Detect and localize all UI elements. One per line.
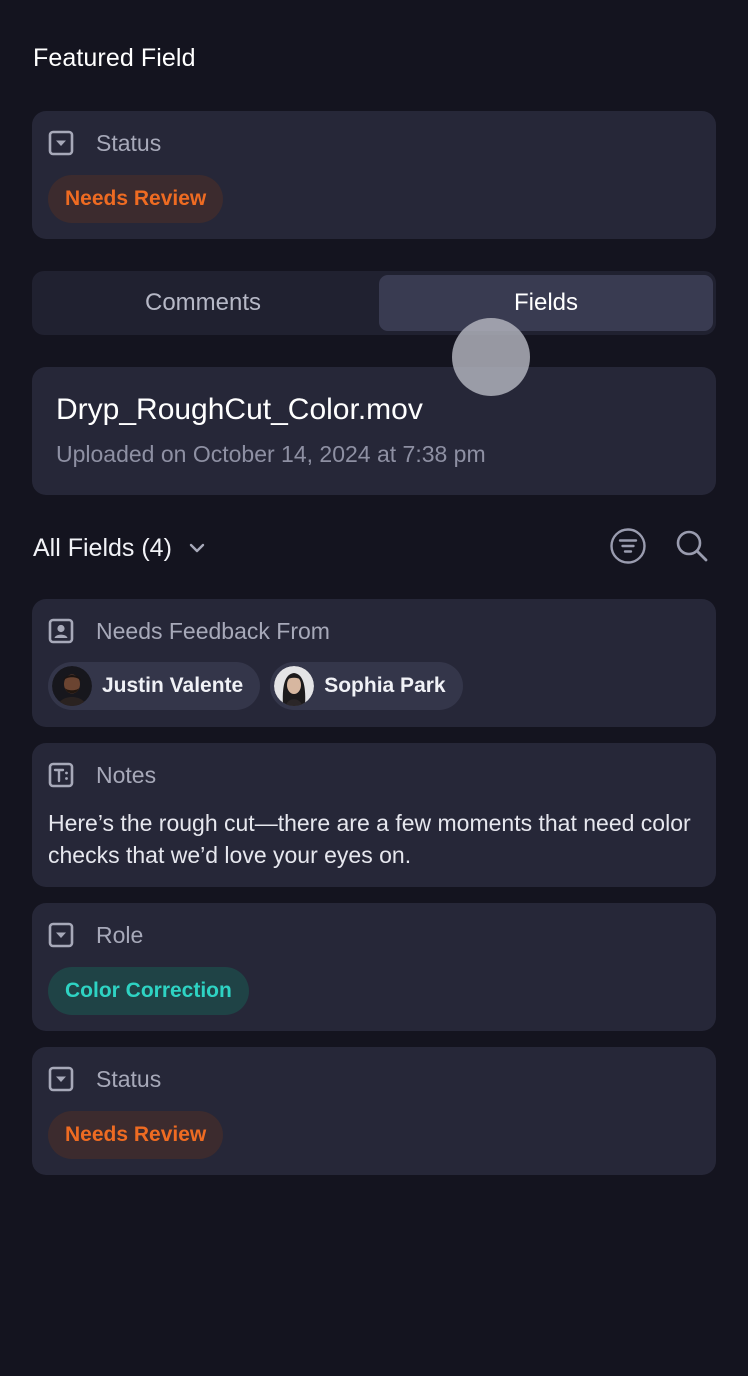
featured-field-label: Status [96,129,162,156]
dropdown-field-icon [48,129,78,157]
featured-status-card[interactable]: Status Needs Review [32,111,716,239]
all-fields-label: All Fields (4) [33,533,172,562]
dropdown-field-icon [48,1065,78,1093]
status-field-card[interactable]: Status Needs Review [32,1047,716,1175]
notes-text: Here’s the rough cut—there are a few mom… [48,810,691,868]
avatar-justin [52,666,92,706]
featured-field-title: Featured Field [33,44,196,72]
people-list: Justin Valente Sophia Park [48,662,473,710]
person-chip-justin[interactable]: Justin Valente [48,662,261,710]
search-icon [673,527,711,570]
filter-icon [609,527,647,570]
person-name: Justin Valente [102,674,244,697]
role-field-card[interactable]: Role Color Correction [32,903,716,1031]
status-badge[interactable]: Needs Review [48,1111,224,1159]
text-field-icon [48,761,78,789]
tab-fields[interactable]: Fields [379,275,713,331]
file-name: Dryp_RoughCut_Color.mov [56,393,423,426]
person-chip-sophia[interactable]: Sophia Park [270,662,463,710]
filter-button[interactable] [608,527,648,570]
avatar-sophia [274,666,315,706]
search-button[interactable] [672,528,712,568]
chevron-down-icon [188,542,206,554]
role-badge[interactable]: Color Correction [48,967,249,1015]
feedback-field-card[interactable]: Needs Feedback From Justin Valente Sophi… [32,599,716,727]
tab-comments[interactable]: Comments [36,275,370,331]
all-fields-dropdown[interactable]: All Fields (4) [33,530,206,566]
notes-field-card[interactable]: Notes Here’s the rough cut—there are a f… [32,743,716,887]
featured-status-badge[interactable]: Needs Review [48,175,224,223]
notes-field-label: Notes [96,761,157,788]
dropdown-field-icon [48,921,78,949]
status-field-label: Status [96,1065,162,1092]
person-field-icon [48,617,78,645]
person-name: Sophia Park [324,674,446,697]
file-info-card: Dryp_RoughCut_Color.mov Uploaded on Octo… [32,367,716,495]
file-upload-date: Uploaded on October 14, 2024 at 7:38 pm [56,441,486,467]
feedback-field-label: Needs Feedback From [96,617,330,644]
touch-indicator [452,318,530,396]
role-field-label: Role [96,921,144,948]
tab-bar: Comments Fields [32,271,716,335]
fields-panel: Featured Field Status Needs Review Comme… [0,0,748,1376]
